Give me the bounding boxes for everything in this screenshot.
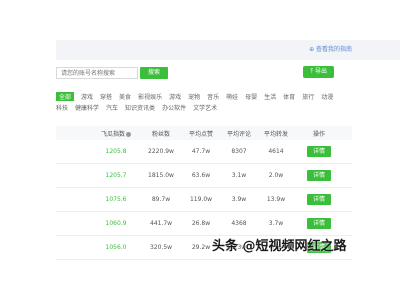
cell-likes: 47.7w xyxy=(191,148,211,155)
filter-tag[interactable]: 母婴 xyxy=(245,92,257,101)
filter-tag[interactable]: 萌娃 xyxy=(226,92,238,101)
cell-likes: 119.0w xyxy=(189,196,213,203)
col-header-action: 操作 xyxy=(312,130,325,138)
category-filter-row-1: 全部 游戏 穿搭 美食 影视娱乐 游戏 宠物 音乐 萌娃 母婴 生活 体育 旅行 动漫 xyxy=(56,92,333,101)
table-row: 1060.9 441.7w 26.8w 4368 3.7w 详情 xyxy=(56,212,352,236)
watermark-text: 头条 @短视频网红之路 xyxy=(212,239,347,254)
cell-index: 1060.9 xyxy=(105,220,127,227)
filter-tag[interactable]: 美食 xyxy=(119,92,131,101)
cell-comments: 8307 xyxy=(231,148,247,155)
export-label: 导出 xyxy=(314,68,327,75)
cell-comments: 3.1w xyxy=(231,172,247,179)
filter-tag[interactable]: 汽车 xyxy=(106,103,118,112)
cell-action: 详情 xyxy=(294,170,344,181)
detail-button[interactable]: 详情 xyxy=(306,170,331,181)
cell-index: 1075.6 xyxy=(105,196,127,203)
table-row: 1205.8 2220.9w 47.7w 8307 4614 详情 xyxy=(56,140,352,164)
cell-comments: 3.9w xyxy=(231,196,247,203)
col-header-index-label: 飞瓜指数 xyxy=(100,130,125,138)
detail-button[interactable]: 详情 xyxy=(306,218,331,229)
export-button[interactable]: ⤒ 导出 xyxy=(303,66,334,78)
filter-tag[interactable]: 文学艺术 xyxy=(193,103,217,112)
filter-tag[interactable]: 动漫 xyxy=(321,92,333,101)
cell-comments: 4368 xyxy=(231,220,247,227)
search-input[interactable] xyxy=(56,67,138,79)
info-icon[interactable] xyxy=(126,131,131,137)
cell-index: 1056.0 xyxy=(105,244,127,251)
cell-fans: 2220.9w xyxy=(148,148,174,155)
category-filter-row-2: 科技 健康科学 汽车 知识资讯类 办公软件 文学艺术 xyxy=(56,103,217,112)
detail-button[interactable]: 详情 xyxy=(306,146,331,157)
filter-tag[interactable]: 旅行 xyxy=(302,92,314,101)
col-header-likes[interactable]: 平均点赞 xyxy=(182,129,220,138)
cell-shares: 3.7w xyxy=(268,220,284,227)
detail-button[interactable]: 详情 xyxy=(306,194,331,205)
filter-tag[interactable]: 生活 xyxy=(264,92,276,101)
cell-fans: 441.7w xyxy=(149,220,173,227)
cell-action: 详情 xyxy=(294,218,344,229)
cell-index: 1205.8 xyxy=(105,148,127,155)
col-header-index[interactable]: 飞瓜指数 xyxy=(92,129,140,138)
filter-tag[interactable]: 音乐 xyxy=(207,92,219,101)
cell-likes: 63.6w xyxy=(191,172,211,179)
filter-tag[interactable]: 科技 xyxy=(56,103,68,112)
filter-tag[interactable]: 穿搭 xyxy=(100,92,112,101)
cell-fans: 1815.0w xyxy=(148,172,174,179)
filter-tag[interactable]: 全部 xyxy=(56,92,75,101)
filter-tag[interactable]: 健康科学 xyxy=(75,103,99,112)
col-header-fans[interactable]: 粉丝数 xyxy=(140,129,182,138)
export-icon: ⤒ xyxy=(310,68,314,75)
table-header: 飞瓜指数 粉丝数 平均点赞 平均评论 平均转发 操作 xyxy=(56,126,352,140)
cell-likes: 26.8w xyxy=(191,220,211,227)
search-button[interactable]: 搜索 xyxy=(140,67,169,79)
filter-tag[interactable]: 游戏 xyxy=(81,92,93,101)
cell-index: 1205.7 xyxy=(105,172,127,179)
cell-fans: 320.5w xyxy=(149,244,173,251)
table-row: 1205.7 1815.0w 63.6w 3.1w 2.0w 详情 xyxy=(56,164,352,188)
table-row: 1075.6 89.7w 119.0w 3.9w 13.9w 详情 xyxy=(56,188,352,212)
cell-shares: 4614 xyxy=(268,148,284,155)
cell-shares: 13.9w xyxy=(266,196,286,203)
filter-tag[interactable]: 影视娱乐 xyxy=(138,92,162,101)
filter-tag[interactable]: 宠物 xyxy=(188,92,200,101)
cell-action: 详情 xyxy=(294,146,344,157)
guide-link[interactable]: ⊕ 查看我的指南 xyxy=(309,44,352,53)
col-header-comments[interactable]: 平均评论 xyxy=(220,129,258,138)
cell-action: 详情 xyxy=(294,194,344,205)
search-bar: 搜索 xyxy=(56,67,169,79)
filter-tag[interactable]: 体育 xyxy=(283,92,295,101)
filter-tag[interactable]: 游戏 xyxy=(169,92,181,101)
filter-tag[interactable]: 知识资讯类 xyxy=(125,103,155,112)
cell-fans: 89.7w xyxy=(151,196,171,203)
cell-shares: 2.0w xyxy=(268,172,284,179)
filter-tag[interactable]: 办公软件 xyxy=(162,103,186,112)
col-header-shares[interactable]: 平均转发 xyxy=(258,129,294,138)
